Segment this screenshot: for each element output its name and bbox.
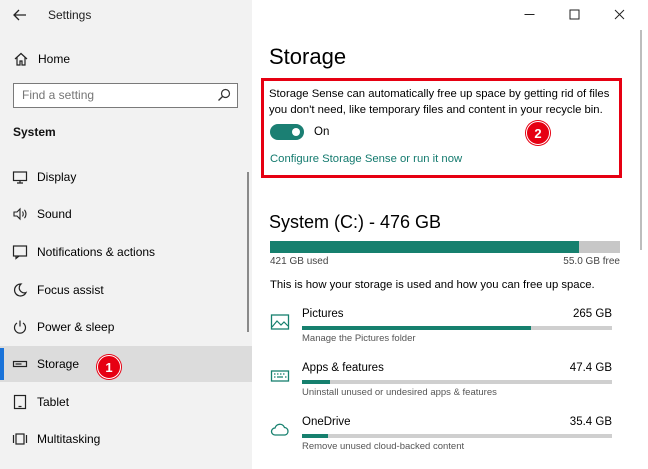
category-description: Manage the Pictures folder [302,333,416,344]
search-icon[interactable] [217,88,231,102]
display-icon [12,171,28,184]
category-bar [302,326,612,330]
sidebar-item-tablet[interactable]: Tablet [0,384,252,420]
sidebar-item-multitasking[interactable]: Multitasking [0,421,252,457]
sidebar-item-label: Notifications & actions [37,245,156,259]
drive-title: System (C:) - 476 GB [269,212,442,232]
drive-usage-fill [270,241,580,253]
notifications-icon [12,245,28,260]
category-apps-features[interactable]: Apps & features 47.4 GB Uninstall unused… [262,360,622,406]
category-size: 265 GB [573,308,612,320]
home-label: Home [38,52,71,66]
maximize-button[interactable] [561,4,587,24]
annotation-badge-2: 2 [526,121,550,145]
pictures-icon [270,314,290,330]
title-bar: Settings [0,0,252,30]
storage-icon [12,360,28,368]
drive-free-label: 55.0 GB free [563,256,620,267]
category-name: Pictures [302,308,344,320]
toggle-knob [292,128,300,136]
category-name: Apps & features [302,362,384,374]
category-description: Uninstall unused or undesired apps & fea… [302,387,497,398]
back-arrow-icon [13,9,26,21]
window-controls [508,0,648,28]
tablet-icon [13,394,27,410]
category-bar [302,434,612,438]
sidebar-item-label: Storage [37,357,80,371]
app-title: Settings [48,8,92,22]
power-icon [13,320,27,334]
maximize-icon [569,9,579,19]
storage-sense-description: Storage Sense can automatically free up … [269,88,610,116]
storage-usage-description: This is how your storage is used and how… [270,279,595,291]
sidebar-item-label: Sound [37,207,72,221]
minimize-button[interactable] [516,4,542,24]
category-description: Remove unused cloud-backed content [302,441,465,452]
sidebar-item-label: Focus assist [37,283,104,297]
sidebar-item-power-sleep[interactable]: Power & sleep [0,309,252,345]
page-title: Storage [269,44,347,69]
sidebar-item-label: Tablet [37,395,70,409]
sound-icon [13,207,27,221]
sidebar-item-label: Multitasking [37,432,101,446]
search-input[interactable] [14,84,204,106]
section-label: System [13,125,56,139]
multitasking-icon [12,433,28,445]
sidebar-item-focus-assist[interactable]: Focus assist [0,272,252,308]
close-button[interactable] [606,4,632,24]
annotation-badge-1: 1 [97,355,121,379]
drive-usage-bar [270,241,620,253]
category-size: 35.4 GB [569,416,612,428]
category-bar [302,380,612,384]
selection-indicator [0,348,4,380]
back-button[interactable] [8,4,32,26]
storage-sense-toggle[interactable] [270,124,304,140]
sidebar-item-sound[interactable]: Sound [0,196,252,232]
home-icon [14,52,28,66]
sidebar-item-label: Display [37,170,77,184]
category-bar-fill [302,434,329,438]
sidebar-item-notifications[interactable]: Notifications & actions [0,234,252,270]
cloud-icon [270,423,289,436]
configure-storage-sense-link[interactable]: Configure Storage Sense or run it now [270,153,462,165]
drive-used-label: 421 GB used [270,256,329,267]
category-name: OneDrive [302,416,351,428]
toggle-state-label: On [314,126,330,138]
sidebar: Settings Home System Display Sound Notif… [0,0,252,469]
moon-icon [13,283,28,297]
category-bar-fill [302,326,532,330]
keyboard-icon [270,370,290,382]
sidebar-item-label: Power & sleep [37,320,115,334]
close-icon [614,9,624,19]
sidebar-item-storage[interactable]: Storage [0,346,252,382]
category-bar-fill [302,380,330,384]
category-onedrive[interactable]: OneDrive 35.4 GB Remove unused cloud-bac… [262,414,622,460]
sidebar-scrollbar[interactable] [247,172,249,332]
home-nav-item[interactable]: Home [0,46,252,72]
category-pictures[interactable]: Pictures 265 GB Manage the Pictures fold… [262,306,622,352]
content-scrollbar[interactable] [640,30,642,250]
minimize-icon [524,13,534,15]
category-size: 47.4 GB [569,362,612,374]
sidebar-item-display[interactable]: Display [0,159,252,195]
search-box [13,83,238,108]
